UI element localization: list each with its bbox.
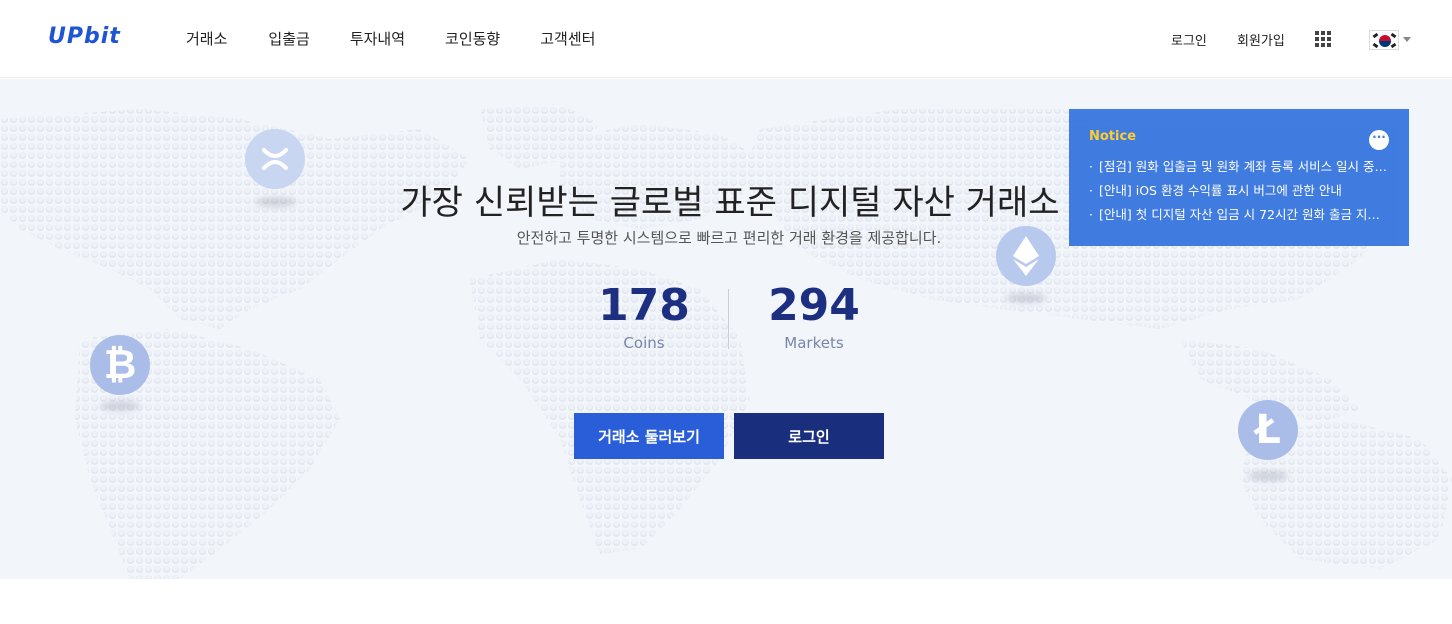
more-icon[interactable]: ··· — [1369, 130, 1389, 150]
markets-count: 294 — [768, 280, 860, 331]
coins-stat: 178 Coins — [569, 280, 719, 352]
language-selector[interactable] — [1369, 30, 1411, 50]
bitcoin-icon: ₿ — [90, 335, 150, 395]
notice-list: · [점검] 원화 입출금 및 원화 계좌 등록 서비스 일시 중단 안내 · [안… — [1089, 157, 1389, 229]
korea-flag-icon — [1369, 30, 1399, 50]
stat-divider — [728, 289, 729, 349]
notice-panel: Notice ··· · [점검] 원화 입출금 및 원화 계좌 등록 서비스 일… — [1069, 109, 1409, 246]
notice-item[interactable]: · [점검] 원화 입출금 및 원화 계좌 등록 서비스 일시 중단 안내 — [1089, 157, 1389, 181]
coins-label: Coins — [623, 334, 665, 352]
notice-title: Notice — [1089, 129, 1137, 144]
nav-item-investments[interactable]: 투자내역 — [350, 28, 405, 49]
header-login-link[interactable]: 로그인 — [1171, 30, 1207, 49]
nav-item-deposit-withdraw[interactable]: 입출금 — [268, 28, 309, 49]
coins-count: 178 — [598, 280, 690, 331]
notice-item[interactable]: · [안내] 첫 디지털 자산 입금 시 72시간 원화 출금 지연 안내 — [1089, 205, 1389, 229]
hero-section: ₿ Ł 가장 신뢰받는 글로벌 표준 디지털 자산 거래소 안전하고 투명한 시… — [0, 79, 1452, 579]
upbit-logo[interactable]: UPbit — [48, 24, 121, 49]
main-nav: 거래소 입출금 투자내역 코인동향 고객센터 — [186, 28, 635, 49]
header-signup-link[interactable]: 회원가입 — [1237, 30, 1285, 49]
markets-label: Markets — [784, 334, 844, 352]
hero-login-button[interactable]: 로그인 — [734, 413, 884, 459]
caret-down-icon — [1403, 37, 1411, 42]
litecoin-icon: Ł — [1238, 400, 1298, 460]
notice-item[interactable]: · [안내] iOS 환경 수익률 표시 버그에 관한 안내 — [1089, 181, 1389, 205]
nav-item-coin-trends[interactable]: 코인동향 — [445, 28, 500, 49]
grid-icon[interactable] — [1315, 31, 1331, 47]
nav-item-exchange[interactable]: 거래소 — [186, 28, 227, 49]
nav-item-customer-center[interactable]: 고객센터 — [540, 28, 595, 49]
top-header: UPbit 거래소 입출금 투자내역 코인동향 고객센터 로그인 회원가입 — [0, 0, 1452, 78]
explore-exchange-button[interactable]: 거래소 둘러보기 — [574, 413, 724, 459]
markets-stat: 294 Markets — [739, 280, 889, 352]
